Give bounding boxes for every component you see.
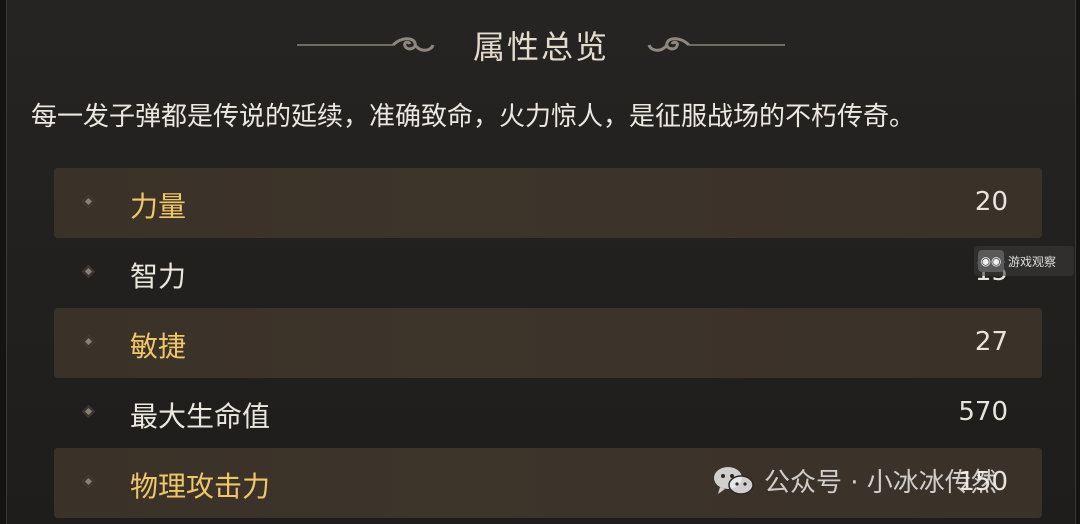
stat-label: 力量: [130, 190, 187, 223]
diamond-bullet-icon: [82, 475, 95, 488]
diamond-bullet-icon: [82, 405, 95, 418]
right-ornament-icon: [645, 33, 785, 57]
stat-value: 20: [974, 187, 1008, 217]
stat-label: 智力: [130, 260, 187, 293]
diamond-bullet-icon: [82, 335, 95, 348]
stat-row-agility: 敏捷 27: [54, 308, 1042, 378]
stat-row-intelligence: 智力 15: [54, 238, 1042, 308]
item-description: 每一发子弹都是传说的延续，准确致命，火力惊人，是征服战场的不朽传奇。: [31, 102, 916, 132]
watermark-text: 公众号 · 小冰冰传然: [764, 468, 997, 498]
left-ornament-icon: [296, 33, 437, 57]
logo-icon: ◉◉: [978, 250, 1004, 272]
corner-badge-text: 游戏观察: [1008, 254, 1057, 269]
stat-label: 物理攻击力: [130, 470, 271, 503]
stat-label: 敏捷: [130, 330, 187, 363]
diamond-bullet-icon: [82, 195, 95, 208]
wechat-icon: [712, 464, 754, 498]
attribute-overview-panel: 属性总览 每一发子弹都是传说的延续，准确致命，火力惊人，是征服战场的不朽传奇。 …: [6, 0, 1076, 524]
corner-watermark-badge: ◉◉ 游戏观察: [974, 246, 1074, 276]
stat-value: 570: [958, 397, 1008, 427]
panel-header: 属性总览: [7, 14, 1075, 76]
stat-row-max-hp: 最大生命值 570: [54, 378, 1042, 448]
wechat-watermark: 公众号 · 小冰冰传然: [712, 462, 997, 499]
stat-label: 最大生命值: [130, 400, 271, 433]
stat-value: 27: [974, 327, 1008, 357]
panel-title: 属性总览: [472, 28, 609, 66]
stat-row-strength: 力量 20: [54, 168, 1042, 238]
diamond-bullet-icon: [82, 265, 95, 278]
